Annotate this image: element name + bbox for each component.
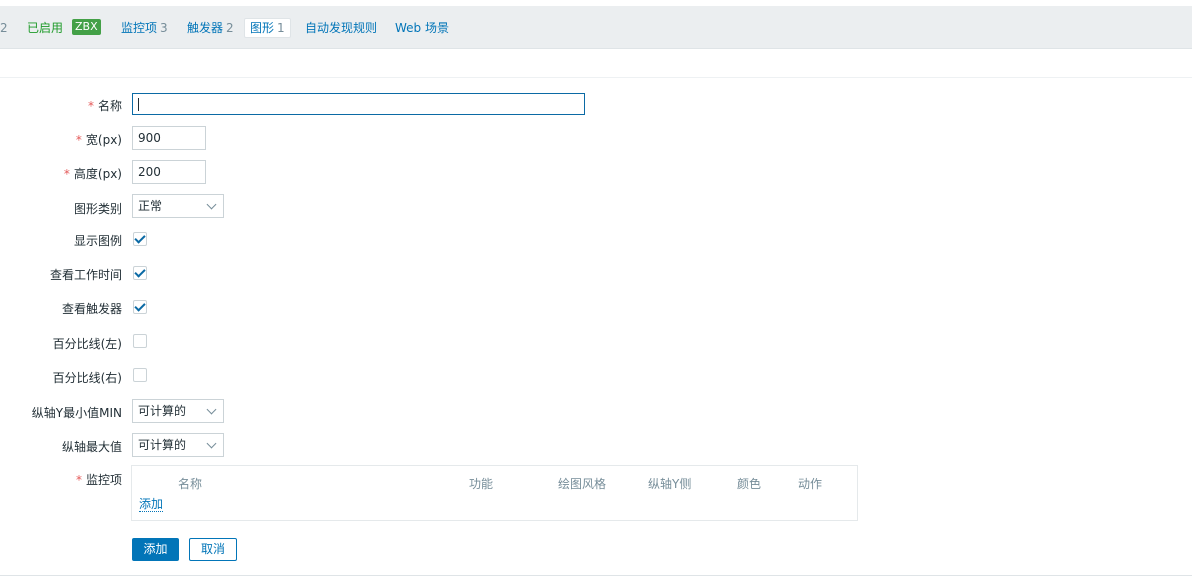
y-min-value: 可计算的 (138, 404, 187, 418)
nav-triggers-link[interactable]: 触发器 2 (187, 21, 234, 35)
name-input[interactable] (132, 93, 585, 115)
footer-divider (0, 575, 1192, 576)
cancel-button[interactable]: 取消 (189, 538, 237, 561)
width-input[interactable]: 900 (132, 126, 206, 150)
nav-web-scenarios-link[interactable]: Web 场景 (395, 21, 449, 35)
show-legend-label: 显示图例 (73, 234, 122, 248)
percentile-left-label: 百分比线(左) (52, 337, 122, 351)
name-label-text: 名称 (97, 99, 122, 113)
nav-triggers-label: 触发器 (187, 21, 224, 35)
items-label-text: 监控项 (85, 473, 122, 487)
nav-graphs-count: 1 (277, 21, 285, 35)
add-item-link[interactable]: 添加 (139, 497, 164, 512)
percentile-right-label: 百分比线(右) (52, 371, 122, 385)
column-header-function: 功能 (469, 477, 494, 491)
graph-items-table: 名称 功能 绘图风格 纵轴Y侧 颜色 动作 添加 (131, 465, 858, 521)
required-asterisk: * (87, 99, 94, 113)
chevron-down-icon (206, 199, 217, 210)
add-button[interactable]: 添加 (132, 538, 179, 561)
chevron-down-icon (206, 404, 217, 415)
height-input[interactable]: 200 (132, 160, 206, 184)
nav-graphs-label: 图形 (250, 21, 275, 35)
required-asterisk: * (75, 473, 82, 487)
y-min-select[interactable]: 可计算的 (132, 399, 224, 423)
graph-type-value: 正常 (138, 199, 163, 213)
width-label: * 宽(px) (76, 131, 122, 148)
percentile-right-checkbox[interactable] (133, 368, 147, 382)
nav-items-label: 监控项 (121, 21, 158, 35)
required-asterisk: * (63, 167, 70, 181)
nav-items-link[interactable]: 监控项 3 (121, 21, 168, 35)
y-max-value: 可计算的 (138, 438, 187, 452)
nav-items-count: 3 (160, 21, 168, 35)
items-label: * 监控项 (76, 471, 122, 488)
host-navigation-bar: 2 已启用 ZBX 监控项 3 触发器 2 图形 1 自动发现规则 Web 场景 (0, 6, 1192, 49)
y-min-label: 纵轴Y最小值MIN (31, 406, 122, 420)
show-triggers-label: 查看触发器 (61, 302, 122, 316)
graph-type-select[interactable]: 正常 (132, 194, 224, 218)
height-label-text: 高度(px) (73, 167, 122, 181)
header-divider (0, 77, 1192, 78)
nav-enabled-status[interactable]: 已启用 (27, 21, 63, 35)
chevron-down-icon (206, 438, 217, 449)
height-label: * 高度(px) (64, 165, 122, 182)
show-triggers-checkbox[interactable] (133, 300, 147, 314)
nav-prefix-count: 2 (0, 21, 8, 35)
column-header-draw-style: 绘图风格 (558, 477, 607, 491)
show-working-time-label: 查看工作时间 (49, 268, 122, 282)
column-header-action: 动作 (798, 477, 823, 491)
nav-triggers-count: 2 (226, 21, 234, 35)
width-label-text: 宽(px) (85, 133, 122, 147)
required-asterisk: * (75, 133, 82, 147)
nav-graphs-tab-active[interactable]: 图形 1 (244, 18, 291, 38)
show-legend-checkbox[interactable] (133, 232, 147, 246)
column-header-name: 名称 (178, 477, 203, 491)
percentile-left-checkbox[interactable] (133, 334, 147, 348)
column-header-y-axis-side: 纵轴Y侧 (648, 477, 692, 491)
y-max-label: 纵轴最大值 (61, 440, 122, 454)
text-cursor (138, 98, 139, 111)
nav-discovery-link[interactable]: 自动发现规则 (305, 21, 377, 35)
zbx-availability-badge: ZBX (72, 19, 101, 35)
y-max-select[interactable]: 可计算的 (132, 433, 224, 457)
column-header-color: 颜色 (737, 477, 762, 491)
show-working-time-checkbox[interactable] (133, 266, 147, 280)
graph-type-label: 图形类别 (73, 202, 122, 216)
name-label: * 名称 (88, 97, 122, 114)
